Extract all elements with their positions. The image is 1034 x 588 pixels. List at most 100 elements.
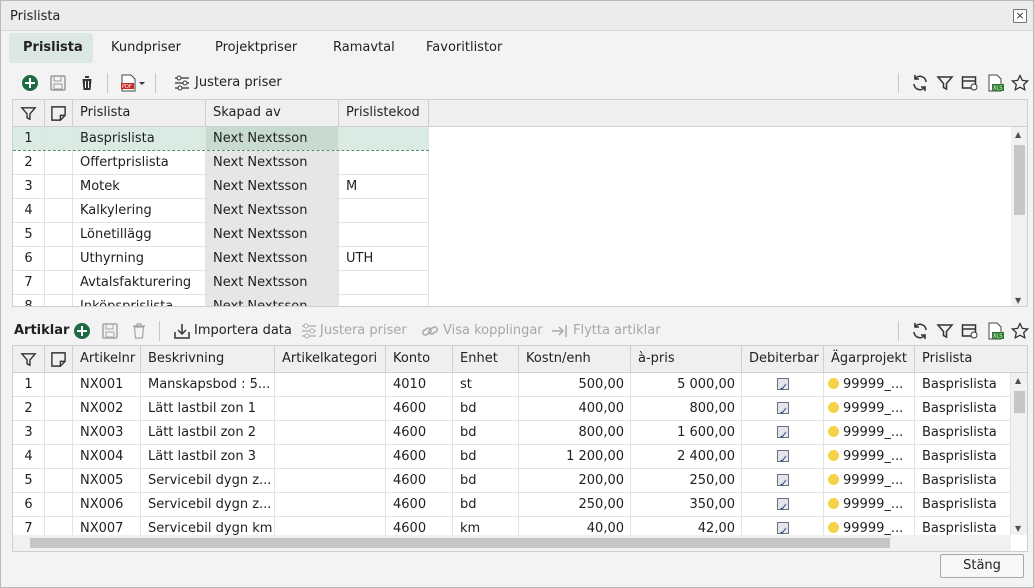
- link-icon[interactable]: [419, 320, 441, 342]
- price-list-name[interactable]: Kalkylering: [73, 199, 206, 222]
- col-header-prislista[interactable]: Prislista: [73, 100, 206, 126]
- article-price-list[interactable]: Basprislista: [915, 397, 1011, 420]
- article-price-list[interactable]: Basprislista: [915, 493, 1011, 516]
- price-list-name[interactable]: Avtalsfakturering: [73, 271, 206, 294]
- owner-project-cell[interactable]: 99999_...: [824, 397, 915, 420]
- owner-project-cell[interactable]: 99999_...: [824, 373, 915, 396]
- table-row[interactable]: 8 Inköpsprislista Next Nextsson: [13, 295, 429, 306]
- col-header-konto[interactable]: Konto: [386, 346, 453, 372]
- table-row[interactable]: 1 Basprislista Next Nextsson: [13, 127, 429, 151]
- billable-cell[interactable]: [742, 397, 824, 420]
- articles-vertical-scrollbar[interactable]: ▲ ▼: [1011, 373, 1027, 535]
- article-description[interactable]: Lätt lastbil zon 1: [141, 397, 275, 420]
- price-list-scrollbar[interactable]: ▲ ▼: [1011, 127, 1027, 306]
- row-note-cell[interactable]: [45, 271, 73, 294]
- filter-icon[interactable]: [934, 72, 956, 94]
- col-header-a-pris[interactable]: à-pris: [631, 346, 742, 372]
- article-category[interactable]: [275, 421, 386, 444]
- row-note-cell[interactable]: [45, 445, 73, 468]
- billable-checkbox[interactable]: [777, 424, 789, 444]
- row-note-cell[interactable]: [45, 127, 73, 150]
- article-price-list[interactable]: Basprislista: [915, 445, 1011, 468]
- col-header-artikelnr[interactable]: Artikelnr: [73, 346, 141, 372]
- table-row[interactable]: 2 Offertprislista Next Nextsson: [13, 151, 429, 175]
- billable-checkbox[interactable]: [777, 448, 789, 468]
- price-list-name[interactable]: Motek: [73, 175, 206, 198]
- table-row[interactable]: 6 Uthyrning Next Nextsson UTH: [13, 247, 429, 271]
- row-note-cell[interactable]: [45, 421, 73, 444]
- owner-project-cell[interactable]: 99999_...: [824, 421, 915, 444]
- article-number[interactable]: NX003: [73, 421, 141, 444]
- add-article-icon[interactable]: [71, 320, 93, 342]
- article-unit[interactable]: bd: [453, 469, 519, 492]
- favorite-star-icon[interactable]: [1009, 72, 1031, 94]
- article-unit[interactable]: bd: [453, 445, 519, 468]
- article-description[interactable]: Manskapsbod : 5...: [141, 373, 275, 396]
- adjust-prices-button[interactable]: Justera priser: [195, 75, 282, 90]
- article-description[interactable]: Lätt lastbil zon 3: [141, 445, 275, 468]
- tab-projektpriser[interactable]: Projektpriser: [201, 33, 311, 63]
- table-row[interactable]: 3 Motek Next Nextsson M: [13, 175, 429, 199]
- article-description[interactable]: Lätt lastbil zon 2: [141, 421, 275, 444]
- price-list-code[interactable]: [339, 295, 429, 306]
- article-description[interactable]: Servicebil dygn z...: [141, 469, 275, 492]
- article-unit-price[interactable]: 800,00: [631, 397, 742, 420]
- billable-cell[interactable]: [742, 493, 824, 516]
- table-row[interactable]: 3 NX003 Lätt lastbil zon 2 4600 bd 800,00 1 60…: [13, 421, 1011, 445]
- tab-favoritlistor[interactable]: Favoritlistor: [412, 33, 516, 63]
- billable-checkbox[interactable]: [777, 400, 789, 420]
- table-row[interactable]: 5 NX005 Servicebil dygn z... 4600 bd 200,00 25…: [13, 469, 1011, 493]
- filter-column-icon[interactable]: [13, 346, 45, 372]
- adjust-prices-button-disabled[interactable]: Justera priser: [320, 323, 407, 338]
- article-cost-per-unit[interactable]: 250,00: [519, 493, 631, 516]
- col-header-beskrivning[interactable]: Beskrivning: [141, 346, 275, 372]
- article-account[interactable]: 4600: [386, 445, 453, 468]
- col-header-artikelkategori[interactable]: Artikelkategori: [275, 346, 386, 372]
- excel-export-icon[interactable]: XLS: [984, 320, 1006, 342]
- article-number[interactable]: NX004: [73, 445, 141, 468]
- price-list-name[interactable]: Offertprislista: [73, 151, 206, 174]
- billable-cell[interactable]: [742, 373, 824, 396]
- article-unit[interactable]: bd: [453, 493, 519, 516]
- price-list-code[interactable]: UTH: [339, 247, 429, 270]
- article-category[interactable]: [275, 445, 386, 468]
- row-note-cell[interactable]: [45, 295, 73, 306]
- table-row[interactable]: 5 Lönetillägg Next Nextsson: [13, 223, 429, 247]
- col-header-enhet[interactable]: Enhet: [453, 346, 519, 372]
- row-note-cell[interactable]: [45, 469, 73, 492]
- billable-checkbox[interactable]: [777, 376, 789, 396]
- table-row[interactable]: 4 Kalkylering Next Nextsson: [13, 199, 429, 223]
- tab-kundpriser[interactable]: Kundpriser: [97, 33, 195, 63]
- article-account[interactable]: 4600: [386, 421, 453, 444]
- tab-prislista[interactable]: Prislista: [9, 33, 93, 63]
- price-list-code[interactable]: [339, 199, 429, 222]
- import-icon[interactable]: [171, 320, 193, 342]
- col-header-debiterbar[interactable]: Debiterbar: [742, 346, 824, 372]
- article-price-list[interactable]: Basprislista: [915, 421, 1011, 444]
- col-header-kostn-enh[interactable]: Kostn/enh: [519, 346, 631, 372]
- import-data-button[interactable]: Importera data: [194, 323, 292, 338]
- row-note-cell[interactable]: [45, 151, 73, 174]
- add-icon[interactable]: [19, 72, 41, 94]
- close-button[interactable]: Stäng: [940, 554, 1024, 578]
- column-settings-icon[interactable]: [959, 320, 981, 342]
- row-note-cell[interactable]: [45, 175, 73, 198]
- owner-project-cell[interactable]: 99999_...: [824, 445, 915, 468]
- price-list-code[interactable]: [339, 151, 429, 174]
- article-cost-per-unit[interactable]: 200,00: [519, 469, 631, 492]
- article-unit-price[interactable]: 5 000,00: [631, 373, 742, 396]
- articles-horizontal-scrollbar[interactable]: [13, 535, 1011, 551]
- row-note-cell[interactable]: [45, 373, 73, 396]
- refresh-icon[interactable]: [909, 320, 931, 342]
- table-row[interactable]: 4 NX004 Lätt lastbil zon 3 4600 bd 1 200,00 2 …: [13, 445, 1011, 469]
- billable-checkbox[interactable]: [777, 520, 789, 540]
- row-note-cell[interactable]: [45, 223, 73, 246]
- article-unit-price[interactable]: 350,00: [631, 493, 742, 516]
- save-icon[interactable]: [47, 72, 69, 94]
- column-settings-icon[interactable]: [959, 72, 981, 94]
- article-unit[interactable]: bd: [453, 397, 519, 420]
- table-row[interactable]: 1 NX001 Manskapsbod : 5... 4010st 500,00 5 00…: [13, 373, 1011, 397]
- show-links-button-disabled[interactable]: Visa kopplingar: [443, 323, 543, 338]
- article-number[interactable]: NX006: [73, 493, 141, 516]
- article-cost-per-unit[interactable]: 500,00: [519, 373, 631, 396]
